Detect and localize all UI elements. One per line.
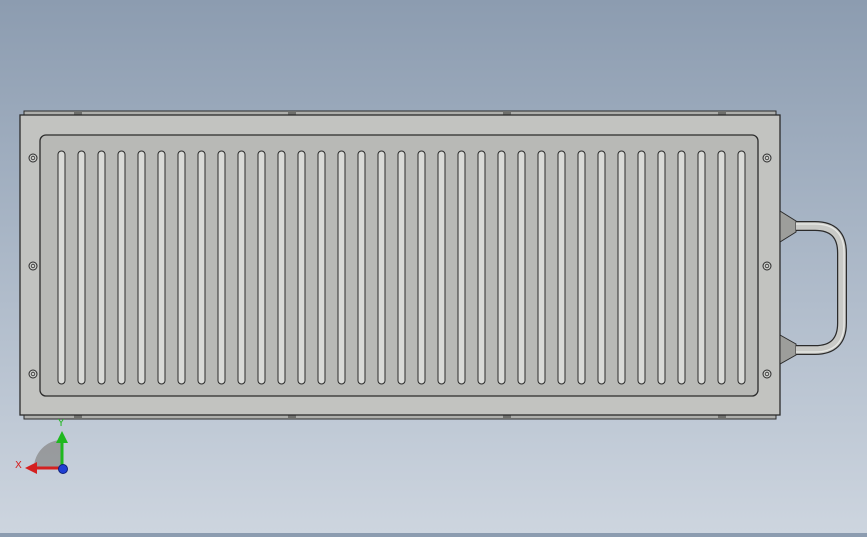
slot (677, 150, 686, 385)
bolt-hole (762, 369, 772, 379)
slot (257, 150, 266, 385)
slot (377, 150, 386, 385)
z-axis-dot (58, 464, 68, 474)
slot (77, 150, 86, 385)
slot (537, 150, 546, 385)
x-axis-label: X (15, 460, 22, 471)
handle-mount-upper (779, 210, 797, 243)
slot (637, 150, 646, 385)
slot (717, 150, 726, 385)
handle-mount-lower (779, 334, 797, 365)
slot (577, 150, 586, 385)
slot (337, 150, 346, 385)
cad-viewport[interactable]: Y X (0, 0, 867, 533)
slot (117, 150, 126, 385)
slot (697, 150, 706, 385)
bolt-hole (28, 261, 38, 271)
slot (517, 150, 526, 385)
slot (157, 150, 166, 385)
slot (277, 150, 286, 385)
slot (397, 150, 406, 385)
slot (597, 150, 606, 385)
axis-triad: Y X (15, 418, 68, 474)
bolt-hole (762, 153, 772, 163)
model-canvas[interactable]: Y X (0, 0, 867, 533)
handle-bar-fill (796, 222, 846, 354)
slot (97, 150, 106, 385)
slot (477, 150, 486, 385)
slot-group (57, 150, 746, 385)
slot (497, 150, 506, 385)
slot (57, 150, 66, 385)
slot (417, 150, 426, 385)
slot (657, 150, 666, 385)
bolt-hole (28, 369, 38, 379)
slot (217, 150, 226, 385)
bolt-hole (762, 261, 772, 271)
slot (197, 150, 206, 385)
x-axis-arrow (25, 462, 37, 474)
handle[interactable] (779, 210, 847, 365)
slot (297, 150, 306, 385)
y-axis-arrow (56, 431, 68, 443)
slot (437, 150, 446, 385)
slot (737, 150, 746, 385)
slot (557, 150, 566, 385)
slot (617, 150, 626, 385)
bolt-hole (28, 153, 38, 163)
slot (317, 150, 326, 385)
slot (457, 150, 466, 385)
triad-base-shade (34, 440, 62, 468)
handle-bar (796, 221, 847, 355)
slot (357, 150, 366, 385)
slot (237, 150, 246, 385)
y-axis-label: Y (57, 418, 65, 429)
slot (177, 150, 186, 385)
slot (137, 150, 146, 385)
